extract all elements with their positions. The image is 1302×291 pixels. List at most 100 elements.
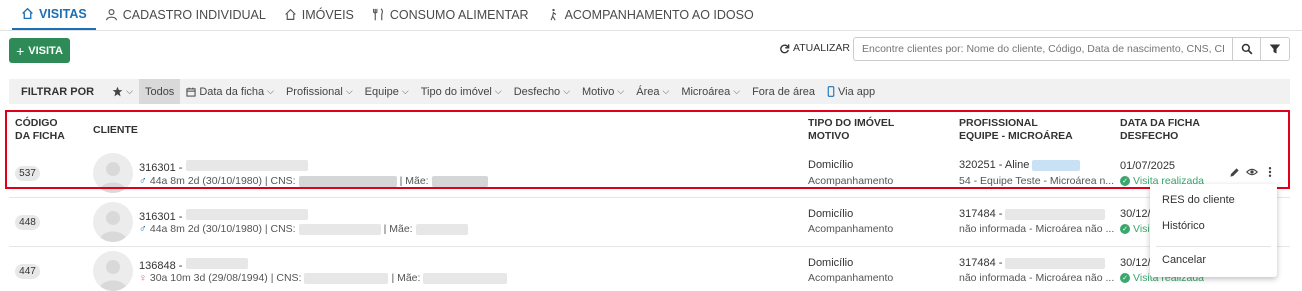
code-badge: 447 [15,264,40,279]
filter-area[interactable]: Área ⌵ [630,79,675,104]
filter-label: FILTRAR POR [21,85,95,98]
filter-todos[interactable]: Todos [138,79,181,104]
filter-profissional[interactable]: Profissional ⌵ [280,79,359,104]
refresh-label: ATUALIZAR [793,42,850,54]
client-mae: | Mãe: [391,272,421,284]
chevron-down-icon: ⌵ [345,86,353,96]
filter-bar: FILTRAR POR ⌵ Todos Data da ficha ⌵ Prof… [9,79,1290,104]
chevron-down-icon: ⌵ [617,86,625,96]
filter-motivo-label: Motivo [582,85,615,98]
tab-label: VISITAS [39,6,87,21]
menu-item-historico[interactable]: Histórico [1162,220,1205,232]
tab-bar: VISITAS CADASTRO INDIVIDUAL IMÓVEIS CONS… [0,0,1302,31]
redacted-cns [298,223,381,235]
filter-via-app[interactable]: Via app [821,79,881,104]
tipo-imovel: Domicílio [808,208,854,220]
tab-label: IMÓVEIS [301,7,354,22]
chevron-down-icon: ⌵ [126,86,133,96]
client-id: 316301 - [139,211,183,223]
filter-motivo[interactable]: Motivo ⌵ [576,79,630,104]
chevron-down-icon: ⌵ [733,86,741,96]
client-age: 44a 8m 2d (30/10/1980) | CNS: [149,223,296,235]
filter-tipo-imovel[interactable]: Tipo do imóvel ⌵ [415,79,508,104]
menu-item-res-cliente[interactable]: RES do cliente [1162,194,1235,206]
tab-acompanhamento-idoso[interactable]: ACOMPANHAMENTO AO IDOSO [538,0,763,30]
avatar [93,202,133,242]
client-info: ♀ 30a 10m 3d (29/08/1994) | CNS: | Mãe: [139,272,508,284]
equipe-microarea: não informada - Microárea não ... [959,223,1115,235]
desfecho: ✓ Visi [1120,223,1150,235]
female-icon: ♀ [139,272,147,284]
add-visita-label: VISITA [28,44,63,57]
funnel-icon [1269,44,1281,54]
chevron-down-icon: ⌵ [662,86,670,96]
refresh-icon [780,43,790,53]
redacted-prof [1005,257,1106,269]
code-badge: 448 [15,215,40,230]
tab-label: ACOMPANHAMENTO AO IDOSO [564,7,754,22]
redacted-mae [415,223,468,235]
filter-button[interactable] [1261,37,1290,61]
search-input[interactable] [853,37,1233,61]
tab-imoveis[interactable]: IMÓVEIS [275,0,363,30]
client-name: 136848 - [139,258,248,272]
chevron-down-icon: ⌵ [267,86,274,96]
plus-icon: + [16,42,25,59]
person-walking-icon [550,8,556,21]
avatar [93,251,133,291]
highlight-box [5,110,1290,189]
tab-visitas[interactable]: VISITAS [12,0,96,30]
filter-equipe-label: Equipe [364,85,399,98]
avatar-icon [99,211,127,242]
redacted-mae [423,272,508,284]
tab-consumo-alimentar[interactable]: CONSUMO ALIMENTAR [363,0,538,30]
filter-desfecho[interactable]: Desfecho ⌵ [508,79,576,104]
chevron-down-icon: ⌵ [563,86,571,96]
client-mae: | Mãe: [383,223,413,235]
tab-label: CADASTRO INDIVIDUAL [122,7,266,22]
refresh-button[interactable]: ATUALIZAR [779,42,850,54]
row-actions-menu: RES do cliente Histórico Cancelar [1150,184,1277,277]
motivo: Acompanhamento [808,223,894,235]
filter-tipo-label: Tipo do imóvel [420,85,492,98]
data-ficha: 30/12/ [1120,208,1151,220]
house-icon [285,8,296,20]
filter-favorites[interactable]: ⌵ [106,79,139,104]
table-row[interactable]: 448 316301 - ♂ 44a 8m 2d (30/10/1980) | … [0,198,1302,248]
profissional-text: 317484 - [959,208,1003,220]
filter-fora-de-area[interactable]: Fora de área [746,79,821,104]
filter-microarea-label: Microárea [681,85,731,98]
client-age: 30a 10m 3d (29/08/1994) | CNS: [149,272,302,284]
filter-desfecho-label: Desfecho [513,85,561,98]
tab-cadastro-individual[interactable]: CADASTRO INDIVIDUAL [96,0,275,30]
star-icon [112,86,123,97]
smartphone-icon [827,86,835,97]
menu-item-cancelar[interactable]: Cancelar [1162,254,1206,266]
tipo-imovel: Domicílio [808,257,854,269]
redacted-prof [1005,208,1106,220]
profissional: 317484 - [959,208,1106,220]
add-visita-button[interactable]: + VISITA [9,38,70,63]
table-row[interactable]: 447 136848 - ♀ 30a 10m 3d (29/08/1994) |… [0,247,1302,291]
client-id: 136848 - [139,260,183,272]
filter-profissional-label: Profissional [285,85,343,98]
check-icon: ✓ [1120,224,1130,234]
filter-equipe[interactable]: Equipe ⌵ [359,79,415,104]
redacted-name [185,258,248,269]
tab-label: CONSUMO ALIMENTAR [389,7,529,22]
search-button[interactable] [1232,37,1261,61]
chevron-down-icon: ⌵ [494,86,502,96]
equipe-microarea: não informada - Microárea não ... [959,272,1115,284]
male-icon: ♂ [139,223,147,235]
data-ficha: 30/12/ [1120,257,1151,269]
profissional-text: 317484 - [959,257,1003,269]
filter-data-da-ficha[interactable]: Data da ficha ⌵ [180,79,280,104]
profissional: 317484 - [959,257,1106,269]
desfecho-text: Visi [1133,223,1150,235]
search-icon [1241,43,1252,55]
client-name: 316301 - [139,209,308,223]
filter-data-label: Data da ficha [199,85,265,98]
home-icon [22,7,33,20]
client-info: ♂ 44a 8m 2d (30/10/1980) | CNS: | Mãe: [139,223,468,235]
filter-microarea[interactable]: Microárea ⌵ [675,79,746,104]
